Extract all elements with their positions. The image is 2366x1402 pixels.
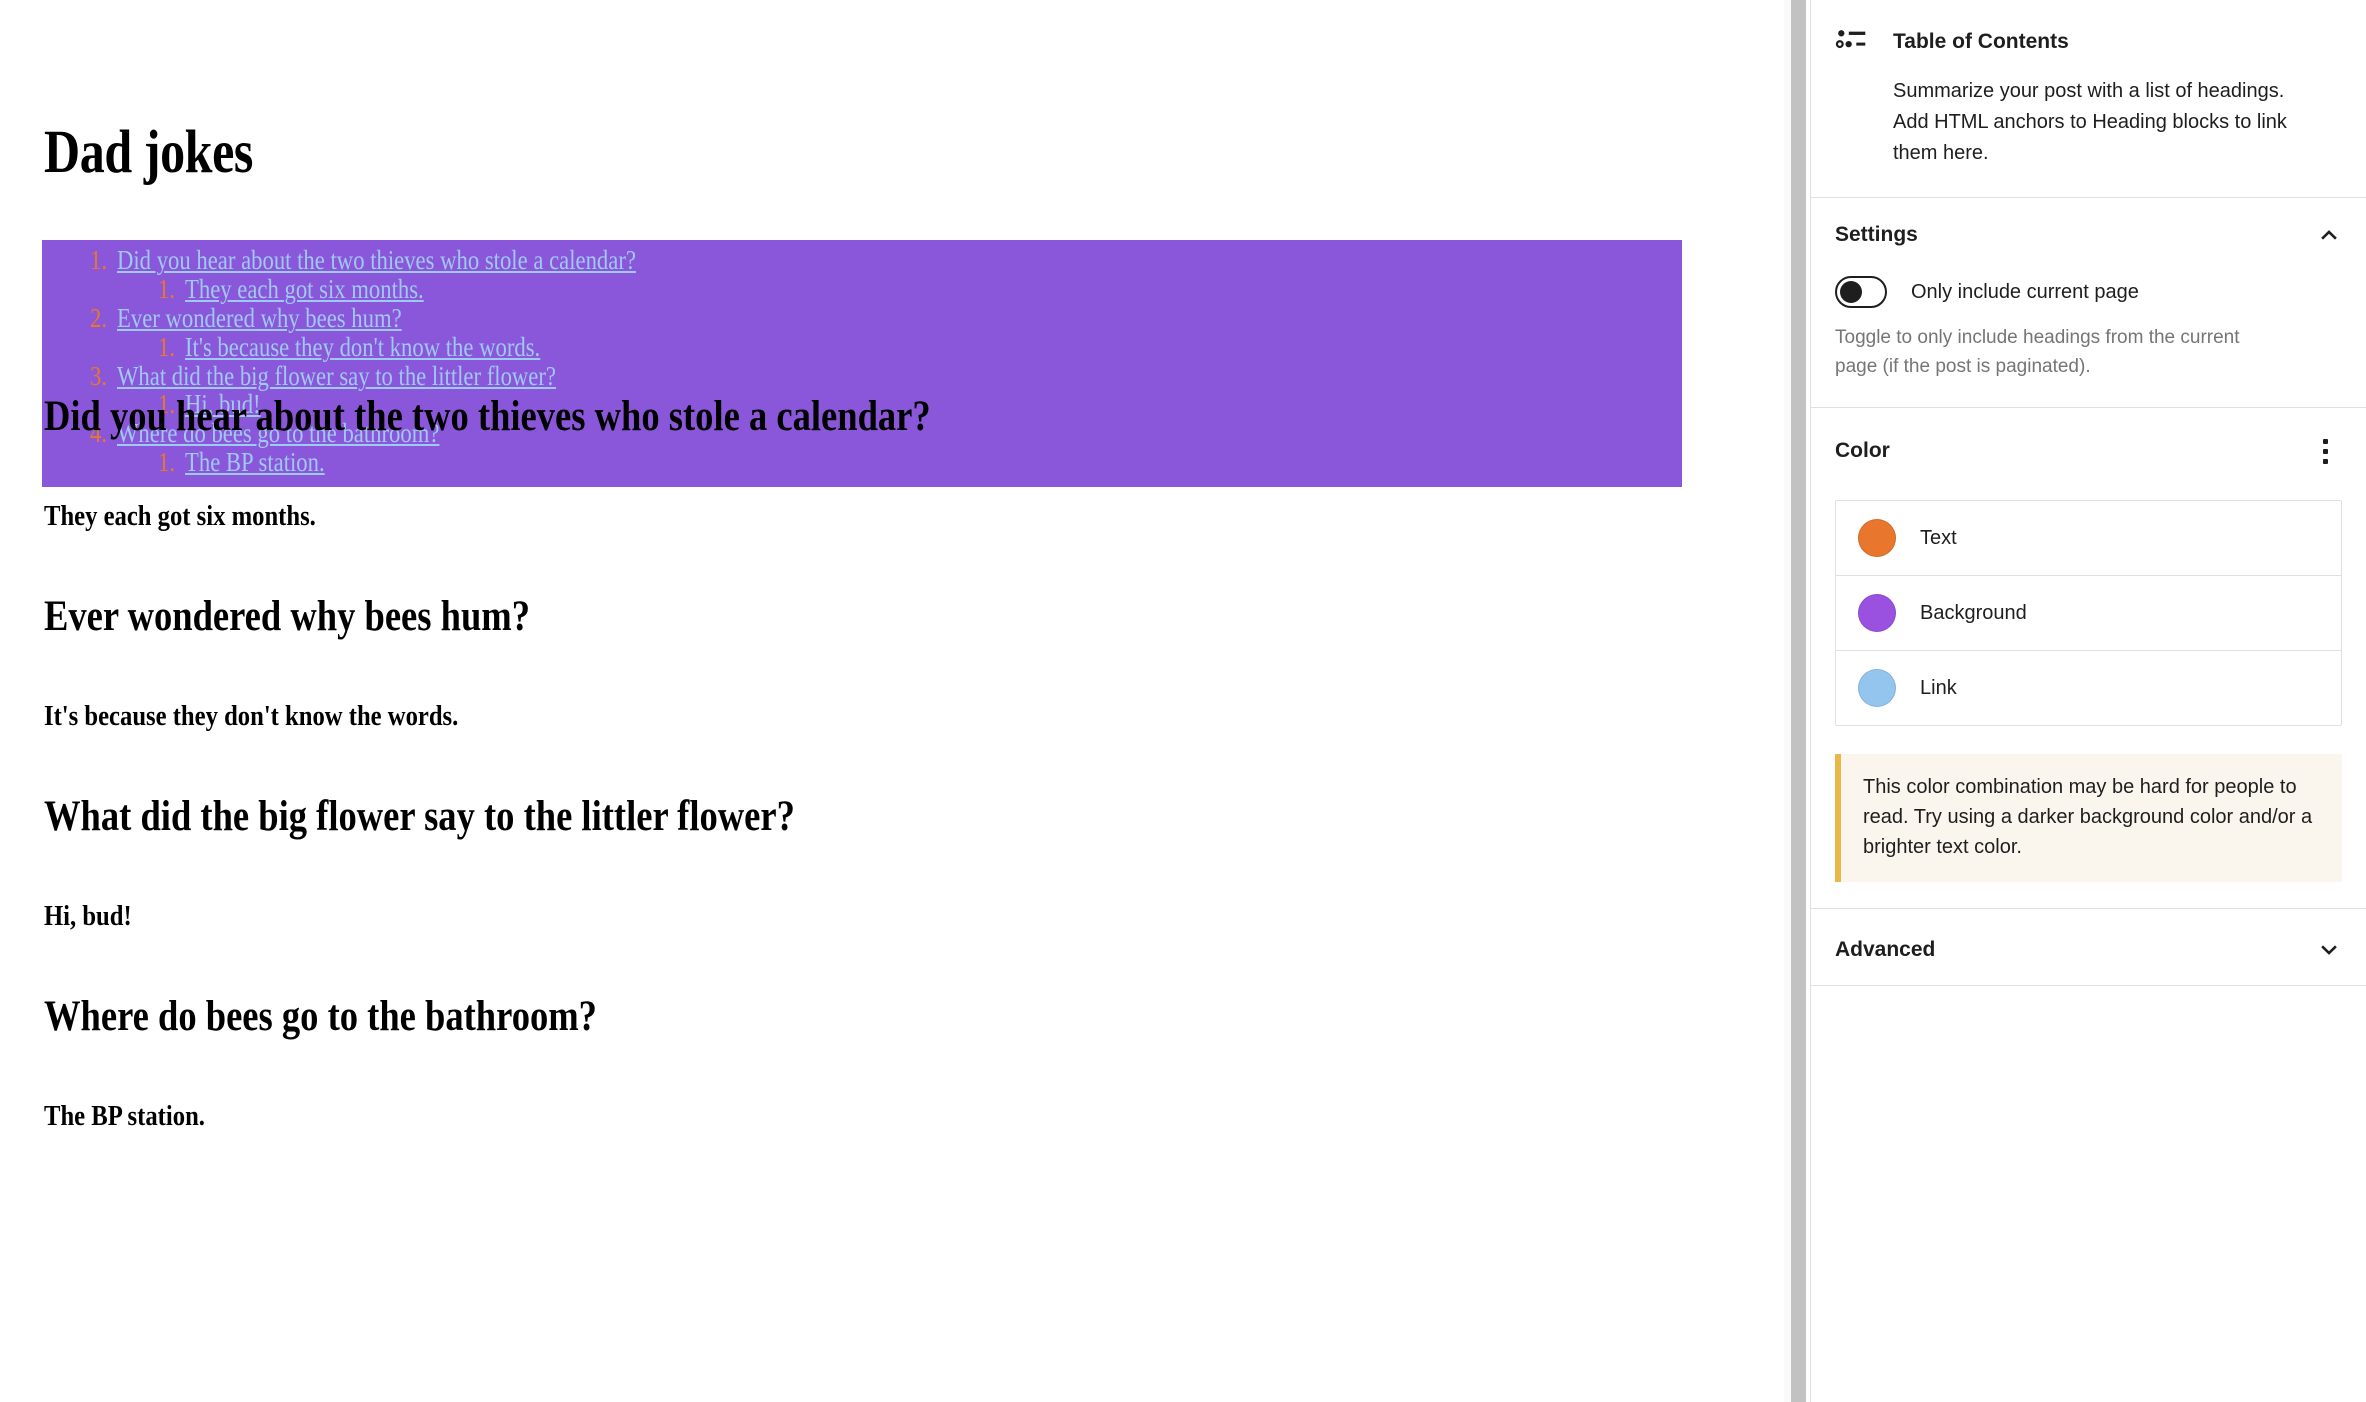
- switch-knob: [1840, 281, 1862, 303]
- color-section-title: Color: [1835, 439, 1890, 462]
- color-options-list: Text Background Link: [1835, 500, 2342, 726]
- toc-entry-number: 1.: [90, 245, 108, 275]
- toc-sublist: 1. They each got six months.: [90, 273, 1682, 304]
- toc-subentry-row: 1. It's because they don't know the words…: [158, 331, 1682, 362]
- post-content: Did you hear about the two thieves who s…: [44, 395, 1664, 1131]
- only-current-page-toggle-row[interactable]: Only include current page: [1811, 258, 2366, 308]
- advanced-section-title: Advanced: [1835, 938, 1936, 961]
- only-current-page-label: Only include current page: [1911, 281, 2139, 303]
- scrollbar-thumb[interactable]: [1791, 0, 1806, 1402]
- chevron-down-icon[interactable]: [2316, 937, 2342, 963]
- color-option-text[interactable]: Text: [1836, 501, 2341, 576]
- toc-entry-link[interactable]: Ever wondered why bees hum?: [117, 303, 402, 333]
- block-inspector-sidebar: Table of Contents Summarize your post wi…: [1810, 0, 2366, 1402]
- section-divider: [1811, 985, 2366, 986]
- advanced-section-header[interactable]: Advanced: [1811, 909, 2366, 985]
- toc-entry: 2. Ever wondered why bees hum? 1. It's beca…: [90, 302, 1682, 362]
- toc-entry: 1. Did you hear about the two thieves who…: [90, 246, 1682, 304]
- block-card-description: Summarize your post with a list of headi…: [1893, 80, 2287, 164]
- toc-subentry-link[interactable]: They each got six months.: [185, 274, 424, 304]
- chevron-up-icon[interactable]: [2316, 222, 2342, 248]
- color-option-link[interactable]: Link: [1836, 651, 2341, 725]
- settings-section-title: Settings: [1835, 223, 1918, 246]
- color-contrast-notice: This color combination may be hard for p…: [1835, 754, 2342, 882]
- toc-entry-number: 3.: [90, 360, 108, 391]
- color-option-label: Link: [1920, 676, 1957, 699]
- toc-entry-link[interactable]: What did the big flower say to the littl…: [117, 361, 556, 391]
- toc-entry-row: 3. What did the big flower say to the lit…: [90, 360, 1682, 391]
- block-card: Table of Contents Summarize your post wi…: [1811, 0, 2366, 197]
- block-editor-screen: Dad jokes 1. Did you hear about the two t…: [0, 0, 2366, 1402]
- settings-section-header[interactable]: Settings: [1811, 198, 2366, 258]
- settings-help-text: Toggle to only include headings from the…: [1835, 327, 2240, 377]
- color-swatch[interactable]: [1858, 519, 1896, 557]
- block-card-title: Table of Contents: [1893, 30, 2069, 53]
- post-paragraph[interactable]: The BP station.: [44, 1102, 1421, 1131]
- table-of-contents-icon: [1835, 30, 1866, 49]
- color-option-label: Background: [1920, 601, 2027, 624]
- block-card-header: Table of Contents: [1835, 26, 2342, 60]
- only-current-page-switch[interactable]: [1835, 276, 1887, 308]
- post-paragraph[interactable]: It's because they don't know the words.: [44, 702, 1421, 731]
- color-swatch[interactable]: [1858, 669, 1896, 707]
- color-swatch[interactable]: [1858, 594, 1896, 632]
- toc-subentry-link[interactable]: It's because they don't know the words.: [185, 332, 540, 362]
- toc-subentry-number: 1.: [158, 331, 176, 362]
- post-paragraph[interactable]: They each got six months.: [44, 502, 1421, 531]
- toc-subentry: 1. It's because they don't know the words…: [158, 331, 1682, 362]
- post-title[interactable]: Dad jokes: [44, 122, 253, 183]
- editor-canvas: Dad jokes 1. Did you hear about the two t…: [0, 0, 1780, 1402]
- post-heading[interactable]: Did you hear about the two thieves who s…: [44, 395, 1421, 438]
- color-option-background[interactable]: Background: [1836, 576, 2341, 651]
- toc-subentry-row: 1. They each got six months.: [158, 273, 1682, 304]
- color-option-label: Text: [1920, 526, 1957, 549]
- post-heading[interactable]: Where do bees go to the bathroom?: [44, 995, 1421, 1038]
- toc-subentry: 1. They each got six months.: [158, 273, 1682, 304]
- toc-entry-number: 2.: [90, 302, 108, 333]
- scrollbar-track[interactable]: [1784, 0, 1806, 1402]
- toc-sublist: 1. It's because they don't know the words…: [90, 331, 1682, 362]
- post-heading[interactable]: What did the big flower say to the littl…: [44, 795, 1421, 838]
- toc-entry-row: 2. Ever wondered why bees hum?: [90, 302, 1682, 333]
- color-section-header: Color: [1811, 408, 2366, 476]
- toc-entry-link[interactable]: Did you hear about the two thieves who s…: [117, 246, 636, 275]
- toc-entry-row: 1. Did you hear about the two thieves who…: [90, 246, 1682, 275]
- editor-scrollbar[interactable]: [1780, 0, 1808, 1402]
- post-heading[interactable]: Ever wondered why bees hum?: [44, 595, 1421, 638]
- toc-subentry-number: 1.: [158, 273, 176, 304]
- kebab-menu-icon[interactable]: [2308, 434, 2342, 468]
- post-paragraph[interactable]: Hi, bud!: [44, 902, 1421, 931]
